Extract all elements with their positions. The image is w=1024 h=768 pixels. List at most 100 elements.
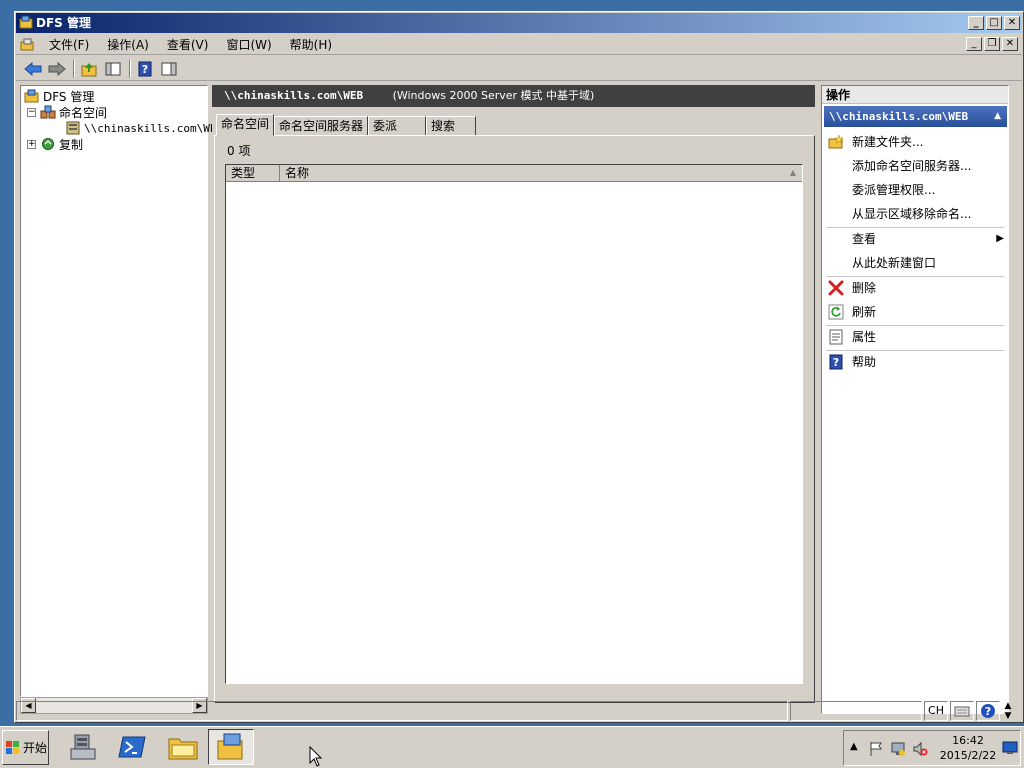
tab-search[interactable]: 搜索 (426, 116, 477, 136)
tree-label-namespaces: 命名空间 (59, 105, 108, 120)
svg-text:?: ? (985, 705, 991, 718)
menu-view[interactable]: 查看(V) (158, 36, 218, 54)
toolbar-separator (73, 59, 75, 78)
taskbar-dfs-management[interactable] (208, 729, 254, 765)
collapse-up-icon[interactable]: ▲ (994, 106, 1001, 127)
tab-namespace[interactable]: 命名空间 (216, 114, 275, 136)
action-label: 委派管理权限... (852, 183, 936, 197)
tab-delegation[interactable]: 委派 (368, 116, 427, 136)
close-button[interactable]: ✕ (1004, 16, 1020, 30)
item-count: 0 项 (227, 144, 251, 158)
tree-node-dfs-root[interactable]: DFS 管理 (24, 88, 94, 104)
actions-subheader[interactable]: \\chinaskills.com\WEB ▲ (824, 106, 1007, 127)
options-chevron-icon[interactable]: ▲ ▼ (1002, 700, 1014, 722)
refresh-icon (828, 304, 844, 320)
results-header-mode: (Windows 2000 Server 模式 中基于域) (392, 89, 595, 102)
server-manager-icon (70, 734, 96, 760)
taskbar-powershell[interactable] (110, 729, 156, 765)
menu-help[interactable]: 帮助(H) (281, 36, 341, 54)
language-help-button[interactable]: ? (976, 701, 1000, 721)
taskbar-explorer[interactable] (160, 729, 206, 765)
dfs-management-icon (217, 733, 243, 760)
child-restore-button[interactable]: ❐ (984, 37, 1000, 51)
taskbar-server-manager[interactable] (60, 729, 106, 765)
volume-muted-icon[interactable] (912, 741, 928, 757)
show-hide-action-pane-button[interactable] (158, 59, 180, 79)
up-level-button[interactable] (78, 59, 100, 79)
action-delegate-permissions[interactable]: 委派管理权限... (822, 179, 1008, 201)
action-new-window-from-here[interactable]: 从此处新建窗口 (822, 252, 1008, 274)
network-icon[interactable] (890, 741, 906, 757)
show-desktop-icon[interactable] (1002, 741, 1018, 755)
action-delete[interactable]: 删除 (822, 277, 1008, 299)
action-remove-namespace-from-display[interactable]: 从显示区域移除命名... (822, 203, 1008, 225)
tree-node-namespaces[interactable]: − 命名空间 (27, 104, 107, 120)
new-folder-icon (828, 134, 844, 150)
keyboard-button[interactable] (950, 701, 974, 721)
mouse-cursor-icon (309, 746, 323, 767)
replication-icon (42, 138, 54, 150)
menu-action[interactable]: 操作(A) (98, 36, 158, 54)
window-title: DFS 管理 (36, 16, 91, 30)
show-hide-tree-button[interactable] (102, 59, 124, 79)
help-button[interactable]: ? (134, 59, 156, 79)
namespace-list[interactable]: 类型 名称 ▲ (225, 164, 803, 684)
child-minimize-button[interactable]: _ (966, 37, 982, 51)
tree-node-namespace-web[interactable]: \\chinaskills.com\WEB (65, 120, 223, 136)
menu-file[interactable]: 文件(F) (40, 36, 98, 54)
action-properties[interactable]: 属性 (822, 326, 1008, 348)
forward-arrow-icon (48, 61, 66, 76)
forward-button[interactable] (46, 59, 68, 79)
column-header-type[interactable]: 类型 (226, 165, 280, 182)
action-add-namespace-server[interactable]: 添加命名空间服务器... (822, 155, 1008, 177)
action-new-folder[interactable]: 新建文件夹... (822, 131, 1008, 153)
svg-text:?: ? (833, 356, 839, 369)
results-tabs: 命名空间 命名空间服务器 委派 搜索 (216, 114, 477, 136)
start-button[interactable]: 开始 (2, 730, 49, 765)
action-center-flag-icon[interactable] (868, 741, 884, 757)
back-button[interactable] (22, 59, 44, 79)
action-label: 从显示区域移除命名... (852, 207, 972, 221)
svg-text:?: ? (142, 63, 148, 76)
submenu-arrow-icon: ▶ (996, 233, 1004, 244)
menu-window[interactable]: 窗口(W) (217, 36, 280, 54)
action-refresh[interactable]: 刷新 (822, 301, 1008, 323)
powershell-icon (118, 736, 146, 758)
column-header-name[interactable]: 名称 ▲ (280, 165, 802, 182)
minimize-button[interactable]: _ (968, 16, 984, 30)
maximize-button[interactable]: □ (986, 16, 1002, 30)
input-language-indicator[interactable]: CH (924, 701, 948, 721)
clock[interactable]: 16:42 2015/2/22 (938, 733, 998, 763)
expand-toggle[interactable]: + (27, 139, 36, 149)
show-hidden-icons-chevron-icon[interactable]: ▲ (850, 741, 858, 752)
delete-x-icon (828, 280, 844, 296)
dfs-management-window: DFS 管理 _ □ ✕ 文件(F) 操作(A) 查看(V) 窗口(W) 帮助(… (14, 11, 1024, 723)
toolbar: ? (16, 57, 1022, 81)
list-header: 类型 名称 ▲ (226, 165, 802, 182)
keyboard-icon (954, 706, 970, 717)
title-bar[interactable]: DFS 管理 _ □ ✕ (16, 13, 1022, 33)
tree-label-namespace-web: \\chinaskills.com\WEB (84, 121, 224, 135)
action-label: 帮助 (852, 355, 877, 369)
action-pane-icon (161, 62, 177, 75)
dfs-management-icon (24, 89, 39, 103)
toolbar-separator (129, 59, 131, 78)
taskbar: 开始 ▲ 16:42 2015/2/22 (0, 726, 1024, 768)
namespace-server-icon (66, 121, 80, 135)
tab-namespace-servers[interactable]: 命名空间服务器 (274, 116, 369, 136)
namespaces-icon (40, 105, 56, 119)
action-help[interactable]: ? 帮助 (822, 351, 1008, 373)
tree-node-replication[interactable]: + 复制 (27, 136, 83, 152)
action-label: 从此处新建窗口 (852, 256, 937, 270)
help-icon: ? (828, 354, 844, 370)
results-header-path: \\chinaskills.com\WEB (224, 89, 364, 102)
console-tree: DFS 管理 − 命名空间 \\chinaskills.com\WEB + 复制 (20, 85, 223, 697)
child-close-button[interactable]: ✕ (1002, 37, 1018, 51)
collapse-toggle[interactable]: − (27, 107, 36, 117)
clock-date: 2015/2/22 (939, 749, 997, 762)
action-view[interactable]: 查看 ▶ (822, 228, 1008, 250)
results-header: \\chinaskills.com\WEB (Windows 2000 Serv… (212, 85, 815, 107)
document-icon (20, 37, 35, 52)
folder-icon (168, 738, 198, 760)
help-circle-icon: ? (981, 704, 995, 718)
